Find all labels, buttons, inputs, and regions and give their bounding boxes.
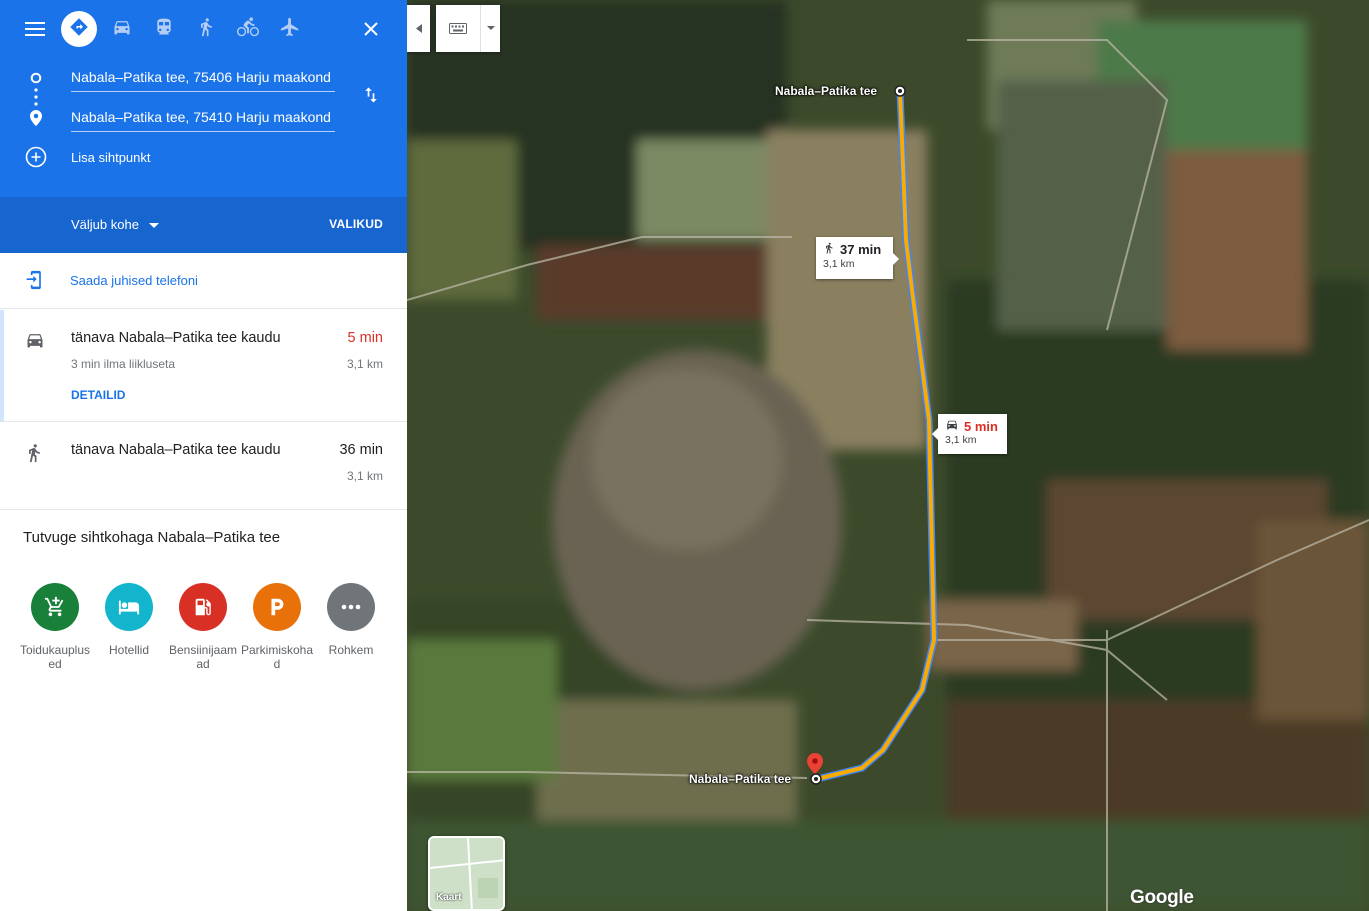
add-waypoint-icon[interactable]: [24, 145, 48, 169]
callout-distance: 3,1 km: [823, 258, 855, 270]
category-more-button[interactable]: Rohkem: [314, 583, 388, 657]
input-tools-button[interactable]: [436, 5, 500, 52]
origin-map-label: Nabala–Patika tee: [775, 84, 878, 98]
menu-icon[interactable]: [22, 17, 48, 41]
bicycle-icon: [235, 16, 261, 43]
route-option-car[interactable]: tänava Nabala–Patika tee kaudu 5 min 3 m…: [0, 310, 407, 422]
car-icon: [24, 330, 46, 355]
category-gas-button[interactable]: Bensiinijaamad: [166, 583, 240, 671]
mode-car-button[interactable]: [102, 9, 142, 49]
mode-transit-button[interactable]: [144, 9, 184, 49]
details-button[interactable]: DETAILID: [71, 388, 125, 402]
route-dots-icon: [33, 86, 39, 110]
category-parking-button[interactable]: Parkimiskohad: [240, 583, 314, 671]
destination-input[interactable]: Nabala–Patika tee, 75410 Harju maakond: [71, 106, 335, 132]
destination-pin-icon: [28, 109, 44, 127]
send-to-phone-label: Saada juhised telefoni: [70, 273, 198, 288]
route-option-walk[interactable]: tänava Nabala–Patika tee kaudu 36 min 3,…: [0, 422, 407, 510]
more-icon: [327, 583, 375, 631]
chevron-down-icon: [481, 26, 500, 31]
route-traffic-note: 3 min ilma liikluseta: [71, 357, 176, 371]
keyboard-icon: [436, 23, 480, 34]
driving-route-callout[interactable]: 5 min 3,1 km: [932, 414, 1007, 454]
route-time: 36 min: [339, 442, 383, 458]
transit-icon: [154, 16, 174, 43]
car-icon: [111, 17, 133, 42]
send-to-phone-row[interactable]: Saada juhised telefoni: [0, 253, 407, 309]
category-groceries-button[interactable]: Toidukauplused: [18, 583, 92, 671]
route-via: tänava Nabala–Patika tee kaudu: [71, 330, 281, 346]
mode-walk-button[interactable]: [186, 9, 226, 49]
map-layer-label: Kaart: [436, 892, 462, 903]
mode-flight-button[interactable]: [270, 9, 310, 49]
parking-icon: [253, 583, 301, 631]
chevron-left-icon: [415, 20, 422, 38]
walking-icon: [196, 16, 216, 43]
bed-icon: [105, 583, 153, 631]
callout-distance: 3,1 km: [945, 434, 977, 446]
category-label: Toidukauplused: [19, 643, 91, 671]
category-label: Parkimiskohad: [240, 643, 314, 671]
route-distance: 3,1 km: [346, 469, 383, 483]
google-logo: Google: [1130, 887, 1194, 908]
callout-time: 5 min: [964, 418, 998, 434]
send-to-phone-icon: [24, 269, 46, 291]
directions-icon: [69, 17, 89, 42]
route-via: tänava Nabala–Patika tee kaudu: [71, 442, 281, 458]
mode-bicycle-button[interactable]: [228, 9, 268, 49]
depart-time-dropdown[interactable]: Väljub kohe: [71, 217, 159, 232]
walking-route-callout[interactable]: 37 min 3,1 km: [816, 237, 899, 279]
destination-map-label: Nabala–Patika tee: [689, 772, 792, 786]
collapse-panel-button[interactable]: [407, 5, 430, 52]
category-label: Bensiinijaamad: [168, 643, 238, 671]
directions-header: Nabala–Patika tee, 75406 Harju maakond N…: [0, 0, 407, 253]
satellite-imagery: [407, 0, 1369, 911]
category-label: Hotellid: [108, 643, 150, 657]
close-icon[interactable]: [359, 17, 383, 41]
callout-time: 37 min: [840, 242, 882, 257]
car-icon: [945, 418, 959, 434]
explore-title: Tutvuge sihtkohaga Nabala–Patika tee: [23, 529, 281, 546]
route-time: 5 min: [347, 330, 383, 346]
maps-app: Nabala–Patika tee, 75406 Harju maakond N…: [0, 0, 1369, 911]
mode-best-button[interactable]: [61, 11, 97, 47]
map-layer-toggle[interactable]: Kaart: [428, 836, 505, 911]
flight-icon: [279, 16, 301, 43]
route-distance: 3,1 km: [346, 357, 383, 371]
directions-panel: Nabala–Patika tee, 75406 Harju maakond N…: [0, 0, 407, 911]
cart-icon: [31, 583, 79, 631]
depart-label: Väljub kohe: [71, 217, 139, 232]
satellite-map[interactable]: Nabala–Patika tee Nabala–Patika tee 37 m…: [407, 0, 1369, 911]
walking-icon: [823, 241, 835, 258]
options-button[interactable]: VALIKUD: [329, 217, 383, 231]
add-waypoint-button[interactable]: Lisa sihtpunkt: [71, 150, 151, 165]
category-hotels-button[interactable]: Hotellid: [92, 583, 166, 657]
origin-dot-icon: [28, 70, 44, 86]
category-label: Rohkem: [328, 643, 374, 657]
gas-station-icon: [179, 583, 227, 631]
swap-icon[interactable]: [358, 82, 384, 108]
walking-icon: [24, 442, 44, 469]
chevron-down-icon: [148, 217, 159, 232]
origin-input[interactable]: Nabala–Patika tee, 75406 Harju maakond: [71, 66, 335, 92]
